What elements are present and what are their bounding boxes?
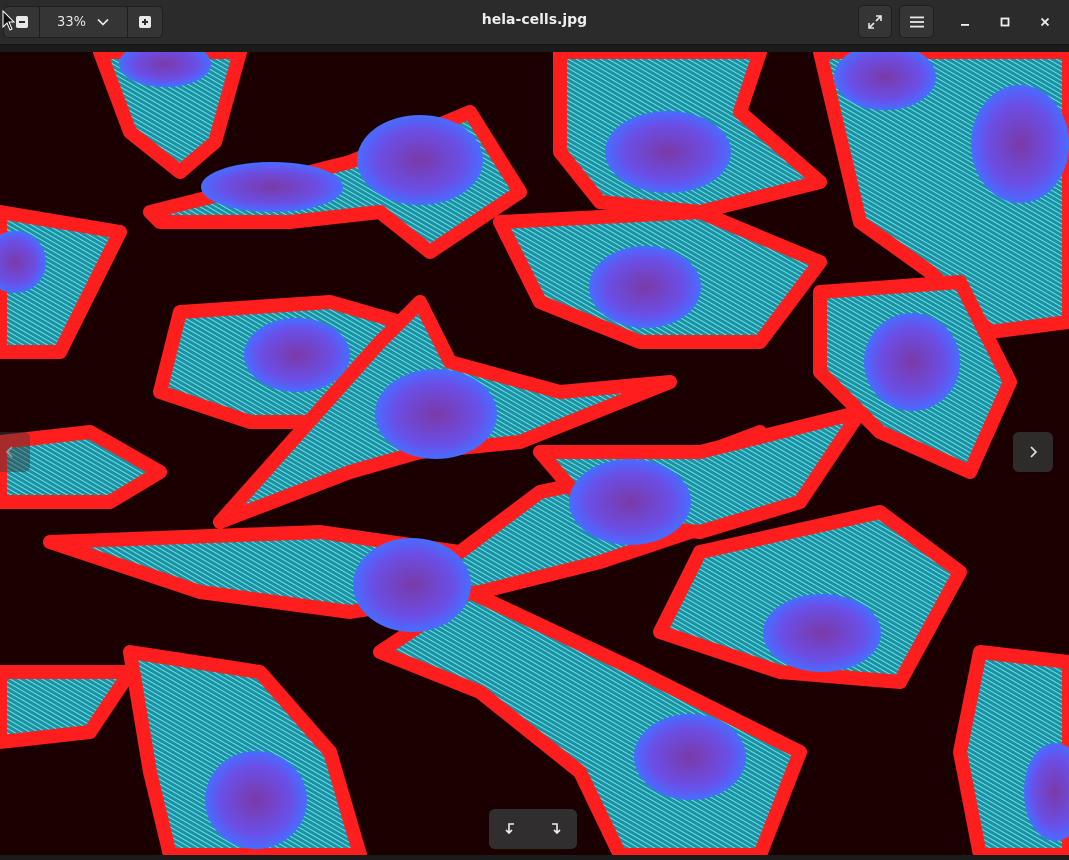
mouse-cursor-icon [2, 10, 16, 31]
chevron-left-icon [5, 446, 13, 458]
rotate-right-icon [552, 823, 561, 835]
chevron-right-icon [1030, 446, 1038, 458]
chevron-down-icon [97, 18, 109, 26]
rotate-right-button[interactable] [540, 814, 570, 844]
minimize-button[interactable] [950, 6, 980, 38]
rotate-controls [489, 809, 577, 849]
hela-cells-image [0, 52, 1069, 855]
image-viewport[interactable] [0, 52, 1069, 855]
close-icon [1040, 17, 1050, 27]
next-image-button[interactable] [1013, 432, 1053, 472]
close-button[interactable] [1030, 6, 1060, 38]
maximize-button[interactable] [990, 6, 1020, 38]
zoom-in-button[interactable] [128, 7, 162, 37]
rotate-left-button[interactable] [496, 814, 526, 844]
minimize-icon [961, 24, 969, 26]
previous-image-button[interactable] [0, 432, 30, 472]
zoom-level-value: 33% [57, 14, 86, 30]
rotate-left-icon [505, 823, 514, 835]
hamburger-menu-icon [909, 16, 924, 27]
fullscreen-icon [868, 14, 882, 29]
zoom-level-dropdown[interactable]: 33% [40, 7, 128, 37]
fullscreen-button[interactable] [858, 5, 892, 38]
header-bar: 33% hela-cells.jpg [0, 0, 1069, 45]
maximize-icon [1000, 17, 1010, 27]
zoom-out-icon [15, 16, 28, 28]
zoom-in-icon [139, 16, 151, 28]
main-menu-button[interactable] [899, 5, 934, 38]
zoom-control-group: 33% [3, 6, 163, 38]
